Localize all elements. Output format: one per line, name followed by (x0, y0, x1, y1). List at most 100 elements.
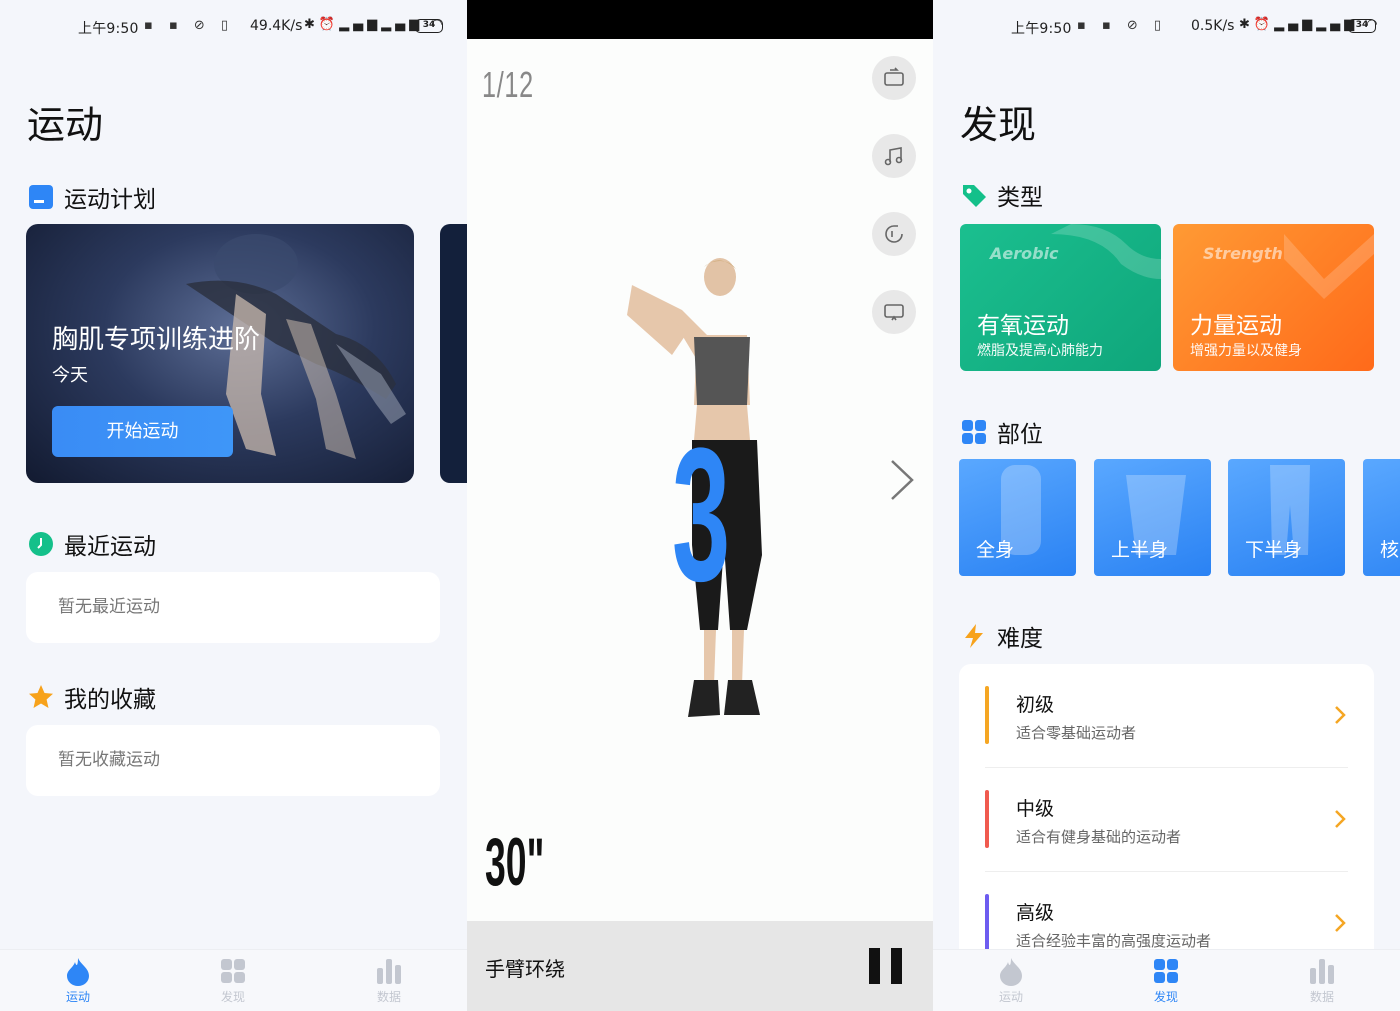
part-label: 全身 (976, 539, 1015, 561)
page-title: 运动 (27, 103, 104, 147)
difficulty-desc: 适合有健身基础的运动者 (1016, 828, 1182, 846)
tab-data[interactable]: 数据 (1282, 956, 1362, 1005)
timer-button[interactable] (872, 212, 916, 256)
tab-sport[interactable]: 运动 (971, 956, 1051, 1005)
tab-discover[interactable]: 发现 (193, 956, 273, 1005)
difficulty-item-intermediate[interactable]: 中级 适合有健身基础的运动者 (959, 768, 1374, 872)
tab-data[interactable]: 数据 (349, 956, 429, 1005)
part-card-upper-body[interactable]: 上半身 (1094, 459, 1211, 576)
pause-icon (891, 948, 902, 984)
exercise-name: 手臂环绕 (485, 957, 565, 981)
network-speed: 0.5K/s (1191, 18, 1235, 34)
check-decoration (1284, 234, 1374, 299)
timer-reset-icon (885, 225, 903, 243)
grid-icon (1154, 959, 1178, 983)
difficulty-desc: 适合经验丰富的高强度运动者 (1016, 932, 1212, 950)
difficulty-item-beginner[interactable]: 初级 适合零基础运动者 (959, 664, 1374, 768)
type-name: 力量运动 (1190, 313, 1282, 339)
part-card-core[interactable]: 核 (1363, 459, 1400, 576)
tab-label: 数据 (1309, 990, 1334, 1004)
network-speed: 49.4K/s (250, 18, 303, 34)
chevron-right-icon (891, 460, 914, 500)
tab-label: 运动 (998, 990, 1023, 1004)
favorites-empty-box: 暂无收藏运动 (26, 725, 440, 796)
tab-discover[interactable]: 发现 (1126, 956, 1206, 1005)
chevron-right-icon (1335, 706, 1346, 724)
type-card-aerobic[interactable]: Aerobic 有氧运动 燃脂及提高心肺能力 (960, 224, 1161, 371)
notification-icons: ▪ ▪ ⊘ ▯ (144, 18, 235, 33)
type-desc: 燃脂及提高心肺能力 (977, 343, 1103, 359)
type-desc: 增强力量以及健身 (1190, 343, 1302, 359)
type-en-label: Aerobic (990, 244, 1059, 263)
difficulty-name: 中级 (1016, 798, 1055, 820)
section-title-label: 运动计划 (64, 187, 156, 213)
plan-icon (28, 184, 54, 210)
tab-bar: 运动 发现 数据 (0, 949, 467, 1011)
type-name: 有氧运动 (977, 313, 1069, 339)
next-plan-card[interactable] (440, 224, 467, 483)
section-title-label: 最近运动 (64, 534, 156, 560)
section-body-part: 部位 (961, 415, 1043, 449)
tab-sport[interactable]: 运动 (38, 956, 118, 1005)
status-bar: 上午9:50 ▪ ▪ ⊘ ▯ 0.5K/s ✱⏰▂▄▆▂▄▆ ◠ 34 (933, 16, 1400, 38)
status-time: 上午9:50 (78, 21, 139, 37)
part-label: 下半身 (1245, 539, 1303, 561)
flame-icon (1000, 958, 1022, 986)
countdown-number: 3 (672, 409, 731, 621)
discover-screen: 上午9:50 ▪ ▪ ⊘ ▯ 0.5K/s ✱⏰▂▄▆▂▄▆ ◠ 34 发现 类… (933, 0, 1400, 1011)
battery-icon: 34 (1348, 19, 1376, 33)
difficulty-desc: 适合零基础运动者 (1016, 724, 1137, 742)
section-title-label: 部位 (997, 422, 1043, 448)
difficulty-color-bar (985, 790, 989, 848)
section-difficulty: 难度 (961, 619, 1043, 653)
flame-icon (67, 958, 89, 986)
difficulty-color-bar (985, 686, 989, 744)
tab-label: 发现 (1153, 990, 1178, 1004)
part-label: 上半身 (1111, 539, 1169, 561)
bar-chart-icon (377, 959, 401, 984)
recent-empty-box: 暂无最近运动 (26, 572, 440, 643)
tab-label: 数据 (376, 990, 401, 1004)
pause-icon (869, 948, 880, 984)
start-workout-button[interactable]: 开始运动 (52, 406, 233, 457)
part-label: 核 (1380, 539, 1400, 561)
rotate-screen-icon (884, 67, 904, 86)
next-exercise-button[interactable] (882, 455, 922, 505)
difficulty-name: 高级 (1016, 902, 1055, 924)
notification-icons: ▪ ▪ ⊘ ▯ (1077, 18, 1168, 33)
bar-chart-icon (1310, 959, 1334, 984)
rotate-screen-button[interactable] (872, 56, 916, 100)
tab-label: 运动 (65, 990, 90, 1004)
section-recent: 最近运动 (28, 527, 156, 561)
plan-card[interactable]: 胸肌专项训练进阶 今天 开始运动 (26, 224, 414, 483)
grid-icon (221, 959, 245, 983)
section-title-label: 我的收藏 (64, 687, 156, 713)
tab-bar: 运动 发现 数据 (933, 949, 1400, 1011)
tab-label: 发现 (220, 990, 245, 1004)
music-button[interactable] (872, 134, 916, 178)
exercise-bar: 手臂环绕 (467, 921, 933, 1011)
section-title-label: 类型 (997, 185, 1043, 211)
workout-screen: 1/12 3 30" 手臂环绕 (467, 0, 933, 1011)
status-bar: 上午9:50 ▪ ▪ ⊘ ▯ 49.4K/s ✱⏰▂▄▆▂▄▆ ◠ 34 (0, 16, 467, 38)
grid-icon (961, 419, 987, 445)
page-title: 发现 (960, 103, 1037, 147)
exercise-timer: 30" (485, 824, 545, 900)
music-icon (884, 147, 903, 166)
star-icon (28, 684, 54, 710)
part-card-lower-body[interactable]: 下半身 (1228, 459, 1345, 576)
exercise-progress: 1/12 (482, 64, 534, 105)
part-card-full-body[interactable]: 全身 (959, 459, 1076, 576)
section-type: 类型 (961, 178, 1043, 212)
plan-title: 胸肌专项训练进阶 (52, 325, 261, 355)
status-time: 上午9:50 (1011, 21, 1072, 37)
pause-button[interactable] (869, 948, 903, 984)
cast-screen-icon (884, 304, 904, 321)
section-title-label: 难度 (997, 626, 1043, 652)
type-card-strength[interactable]: Strength 力量运动 增强力量以及健身 (1173, 224, 1374, 371)
chevron-right-icon (1335, 810, 1346, 828)
type-en-label: Strength (1203, 244, 1283, 263)
cast-screen-button[interactable] (872, 290, 916, 334)
section-plan: 运动计划 (28, 180, 156, 214)
tag-icon (961, 182, 987, 208)
